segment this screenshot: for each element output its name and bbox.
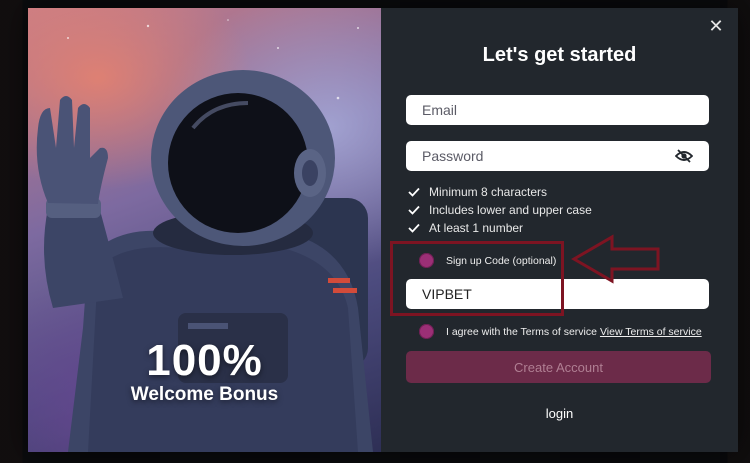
terms-link[interactable]: View Terms of service: [600, 326, 702, 338]
check-icon: [408, 223, 420, 233]
check-icon: [408, 205, 420, 215]
terms-radio[interactable]: [419, 324, 434, 339]
rule-item: At least 1 number: [408, 219, 592, 237]
bonus-subline: Welcome Bonus: [130, 384, 279, 405]
promo-panel: 100% Welcome Bonus: [28, 8, 381, 452]
email-field[interactable]: [422, 102, 693, 118]
create-account-button[interactable]: Create Account: [406, 351, 711, 383]
check-icon: [408, 187, 420, 197]
signup-code-radio[interactable]: [419, 253, 434, 268]
terms-label: I agree with the Terms of service: [446, 325, 597, 338]
rule-label: At least 1 number: [429, 221, 524, 235]
form-title: Let's get started: [482, 44, 637, 66]
eye-slash-icon[interactable]: [675, 149, 693, 163]
signup-modal: 100% Welcome Bonus ✕ Let's get started M…: [28, 8, 738, 452]
terms-toggle[interactable]: I agree with the Terms of service View T…: [419, 324, 702, 339]
password-rules: Minimum 8 characters Includes lower and …: [408, 183, 592, 237]
password-field-wrapper: [406, 141, 709, 171]
rule-item: Minimum 8 characters: [408, 183, 592, 201]
form-panel: ✕ Let's get started Minimum 8 characters…: [381, 8, 738, 452]
signup-code-field[interactable]: [422, 286, 693, 302]
bonus-headline: 100%: [146, 336, 263, 385]
signup-code-wrapper: [406, 279, 709, 309]
rule-label: Minimum 8 characters: [429, 185, 548, 199]
rule-item: Includes lower and upper case: [408, 201, 592, 219]
login-link[interactable]: login: [381, 406, 738, 421]
signup-code-toggle[interactable]: Sign up Code (optional): [419, 253, 556, 268]
close-icon[interactable]: ✕: [708, 17, 724, 35]
email-field-wrapper: [406, 95, 709, 125]
rule-label: Includes lower and upper case: [429, 203, 592, 217]
signup-code-label: Sign up Code (optional): [446, 254, 557, 267]
password-field[interactable]: [422, 148, 675, 164]
